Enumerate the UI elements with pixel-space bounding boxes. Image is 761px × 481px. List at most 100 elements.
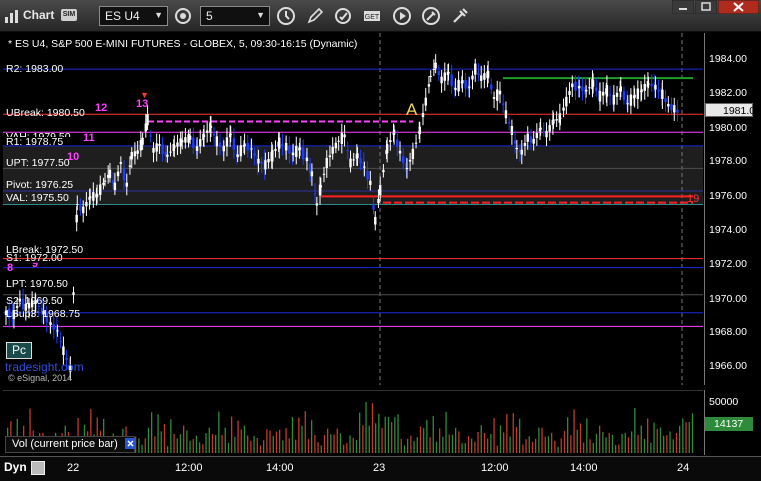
link-icon bbox=[175, 8, 191, 24]
chart-app-icon bbox=[5, 10, 18, 23]
volume-bar bbox=[323, 434, 326, 453]
volume-bar bbox=[480, 425, 482, 453]
scale-icon[interactable] bbox=[31, 461, 45, 475]
formula-button[interactable]: GET bbox=[362, 6, 382, 26]
price-bar-body bbox=[661, 89, 664, 100]
price-bar-body bbox=[471, 75, 474, 80]
volume-bar bbox=[147, 427, 150, 453]
price-bar-body bbox=[504, 110, 508, 119]
pc-button[interactable]: Pc bbox=[6, 342, 32, 359]
time-tick: 24 bbox=[677, 462, 690, 474]
level-label-lpt: LPT: 1970.50 bbox=[6, 278, 68, 290]
play-button[interactable] bbox=[392, 6, 412, 26]
volume-bar bbox=[691, 413, 694, 453]
volume-bar bbox=[327, 428, 329, 453]
price-bar-body bbox=[158, 144, 161, 146]
link-button[interactable] bbox=[173, 6, 193, 26]
price-chart-canvas bbox=[3, 33, 703, 385]
volume-pane[interactable]: Vol (current price bar) bbox=[3, 390, 703, 455]
volume-bar bbox=[679, 425, 681, 453]
price-bar-body bbox=[72, 292, 75, 296]
price-bar-body bbox=[366, 170, 369, 180]
price-bar-body bbox=[305, 157, 309, 162]
price-bar-body bbox=[408, 159, 412, 162]
price-bar-body bbox=[95, 194, 99, 197]
fx-icon: GET bbox=[364, 11, 380, 21]
clock-button[interactable] bbox=[276, 6, 296, 26]
symbol-selector[interactable]: ES U4 ▼ bbox=[99, 6, 168, 26]
volume-bar bbox=[576, 429, 578, 453]
price-bar-body bbox=[141, 137, 144, 145]
price-bar-body bbox=[166, 154, 169, 157]
minimize-button[interactable] bbox=[672, 0, 694, 14]
price-bar-body bbox=[640, 89, 643, 93]
volume-bar bbox=[445, 411, 447, 453]
marker-a: A bbox=[406, 100, 418, 119]
price-bar-body bbox=[340, 132, 344, 145]
price-pane[interactable]: * ES U4, S&P 500 E-MINI FUTURES - GLOBEX… bbox=[3, 33, 703, 385]
close-icon[interactable] bbox=[125, 438, 136, 449]
clock-icon bbox=[277, 7, 295, 25]
price-bar-body bbox=[377, 199, 380, 204]
volume-bar bbox=[269, 430, 271, 453]
price-bar-body bbox=[315, 203, 319, 206]
price-bar-body bbox=[584, 89, 588, 92]
volume-bar bbox=[432, 415, 434, 453]
price-bar-body bbox=[88, 196, 92, 199]
interval-selector[interactable]: 5 ▼ bbox=[200, 6, 270, 26]
volume-bar bbox=[192, 439, 194, 453]
price-bar-body bbox=[202, 134, 206, 138]
price-bar-body bbox=[284, 143, 288, 151]
price-bar-body bbox=[457, 79, 460, 92]
volume-bar bbox=[592, 442, 594, 453]
price-bar-body bbox=[396, 139, 399, 147]
volume-axis: 50000 14137 bbox=[704, 390, 761, 455]
price-bar-body bbox=[650, 84, 653, 87]
volume-bar bbox=[551, 432, 553, 453]
interval-value: 5 bbox=[206, 9, 213, 23]
refresh-button[interactable] bbox=[333, 6, 353, 26]
level-label-r1: R1: 1978.75 bbox=[6, 136, 64, 148]
window-title: Chart bbox=[23, 8, 55, 22]
volume-bar bbox=[173, 433, 175, 453]
close-button[interactable] bbox=[718, 0, 759, 14]
price-bar-body bbox=[257, 158, 260, 164]
volume-bar bbox=[237, 420, 239, 453]
volume-bar bbox=[330, 434, 332, 453]
dropper-button[interactable] bbox=[450, 6, 470, 26]
volume-bar bbox=[554, 440, 556, 453]
maximize-button[interactable] bbox=[695, 0, 717, 14]
svg-text:GET: GET bbox=[365, 14, 380, 21]
price-bar-body bbox=[161, 144, 164, 154]
settings-button[interactable] bbox=[421, 6, 441, 26]
volume-bar bbox=[579, 423, 582, 453]
volume-bar bbox=[375, 423, 377, 453]
volume-bar bbox=[535, 438, 537, 453]
volume-bar bbox=[570, 435, 572, 453]
time-tick: 22 bbox=[67, 462, 80, 474]
volume-bar bbox=[563, 431, 566, 453]
level-label-s1: S1: 1972.00 bbox=[6, 252, 63, 264]
title-bar: Chart SIM ES U4 ▼ 5 ▼ GET bbox=[0, 0, 761, 32]
volume-bar bbox=[205, 433, 207, 453]
volume-bar bbox=[595, 433, 598, 453]
price-bar-body bbox=[128, 165, 132, 167]
volume-bar bbox=[394, 417, 396, 453]
price-bar-body bbox=[619, 86, 622, 92]
volume-tick: 50000 bbox=[709, 396, 739, 408]
volume-bar bbox=[624, 432, 626, 453]
time-axis[interactable]: Dyn 22 12:00 14:00 23 12:00 14:00 24 bbox=[0, 456, 761, 481]
price-bar-body bbox=[424, 97, 427, 106]
volume-bar bbox=[611, 434, 614, 453]
volume-bar bbox=[640, 425, 642, 453]
volume-bar bbox=[496, 445, 498, 453]
price-bar-body bbox=[295, 145, 298, 157]
price-bar-body bbox=[239, 145, 243, 157]
volume-bar bbox=[464, 443, 466, 453]
price-axis[interactable]: 1984.00 1982.00 1980.00 1978.00 1976.00 … bbox=[704, 33, 761, 385]
price-bar-body bbox=[501, 103, 505, 105]
volume-bar bbox=[381, 427, 383, 453]
volume-bar bbox=[288, 438, 290, 453]
marker-11: 11 bbox=[83, 132, 95, 144]
draw-tool-button[interactable] bbox=[305, 6, 325, 26]
